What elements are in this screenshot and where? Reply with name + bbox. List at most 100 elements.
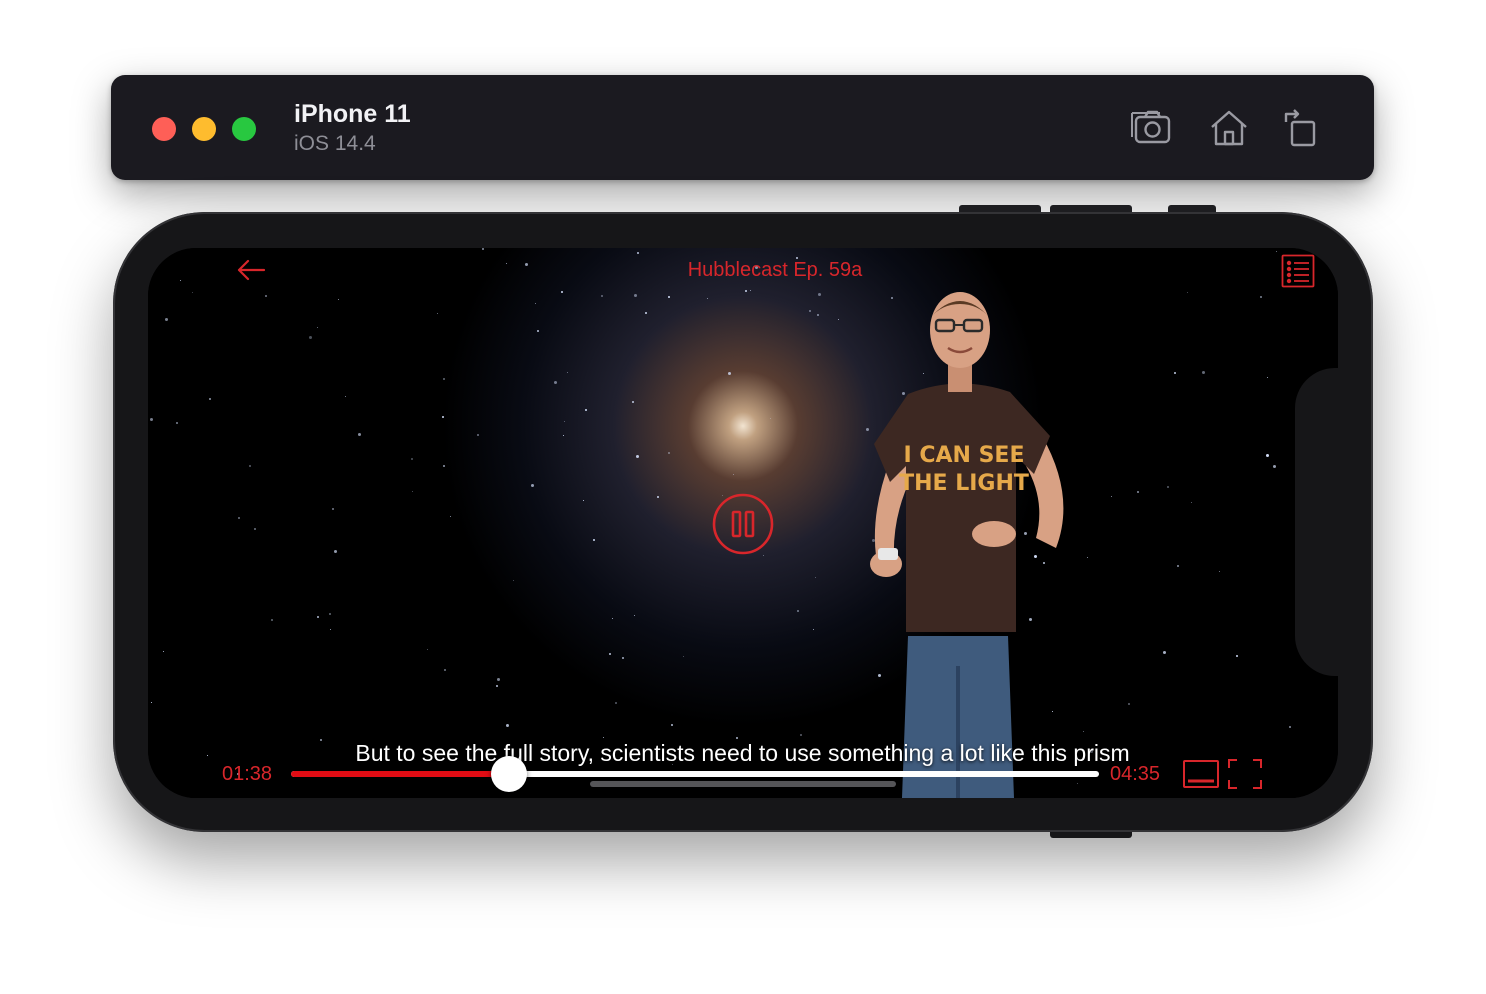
star — [1087, 557, 1088, 558]
star — [444, 669, 446, 671]
back-arrow-icon[interactable] — [236, 258, 266, 282]
star — [1191, 502, 1192, 503]
star — [442, 416, 444, 418]
star — [329, 613, 331, 615]
star — [603, 737, 604, 738]
star — [207, 755, 208, 756]
star — [443, 465, 445, 467]
shirt-line-2: THE LIGHT — [899, 471, 1029, 496]
home-indicator[interactable] — [590, 781, 896, 787]
star — [815, 577, 816, 578]
star — [1128, 703, 1130, 705]
close-window-button[interactable] — [152, 117, 176, 141]
star — [506, 724, 509, 727]
home-icon[interactable] — [1205, 104, 1253, 152]
star — [477, 434, 479, 436]
star — [209, 398, 211, 400]
star — [707, 298, 708, 299]
star — [249, 465, 251, 467]
star — [1273, 465, 1276, 468]
star — [622, 657, 624, 659]
star — [437, 313, 438, 314]
star — [309, 336, 312, 339]
star — [535, 303, 536, 304]
star — [593, 539, 595, 541]
star — [265, 295, 267, 297]
star — [585, 409, 587, 411]
notch — [1295, 368, 1339, 676]
rotate-icon[interactable] — [1280, 104, 1328, 152]
star — [554, 381, 557, 384]
star — [1167, 486, 1169, 488]
screenshot-icon[interactable] — [1127, 104, 1175, 152]
os-version: iOS 14.4 — [294, 132, 376, 155]
star — [334, 550, 337, 553]
star — [818, 293, 821, 296]
star — [151, 702, 152, 703]
minimize-window-button[interactable] — [192, 117, 216, 141]
star — [797, 610, 799, 612]
video-title: Hubblecast Ep. 59a — [687, 259, 863, 281]
star — [1137, 491, 1139, 493]
star — [671, 724, 673, 726]
star — [1289, 726, 1291, 728]
star — [163, 651, 164, 652]
star — [1276, 251, 1277, 252]
star — [683, 656, 684, 657]
star — [411, 458, 413, 460]
star — [809, 310, 811, 312]
progress-track[interactable] — [291, 771, 1099, 777]
star — [1260, 296, 1262, 298]
star — [332, 508, 334, 510]
star — [254, 528, 256, 530]
star — [192, 292, 193, 293]
star — [634, 615, 635, 616]
star — [567, 372, 568, 373]
star — [345, 396, 346, 397]
star — [317, 616, 319, 618]
star — [668, 296, 670, 298]
star — [497, 678, 500, 681]
star — [506, 263, 507, 264]
star — [637, 252, 639, 254]
star — [358, 433, 361, 436]
subtitle-text: But to see the full story, scientists ne… — [355, 740, 1130, 766]
star — [1219, 571, 1220, 572]
star — [1177, 565, 1179, 567]
star — [763, 555, 764, 556]
star — [564, 421, 565, 422]
star — [750, 290, 751, 291]
star — [450, 516, 451, 517]
star — [612, 618, 613, 619]
scrubber-thumb[interactable] — [491, 756, 528, 792]
star — [1163, 651, 1166, 654]
playlist-icon[interactable] — [1281, 254, 1315, 288]
zoom-window-button[interactable] — [232, 117, 256, 141]
presenter-figure: I CAN SEE THE LIGHT — [870, 292, 1064, 798]
fullscreen-icon[interactable] — [1226, 757, 1264, 791]
star — [1111, 496, 1112, 497]
device-name: iPhone 11 — [294, 100, 411, 128]
star — [1266, 454, 1269, 457]
star — [636, 455, 639, 458]
star — [157, 257, 159, 259]
star — [165, 318, 168, 321]
pause-icon[interactable] — [712, 493, 774, 555]
star — [838, 319, 839, 320]
star — [657, 496, 659, 498]
star — [745, 290, 747, 292]
star — [817, 314, 819, 316]
star — [733, 474, 734, 475]
star — [412, 491, 413, 492]
star — [180, 280, 181, 281]
star — [531, 484, 534, 487]
star — [668, 452, 670, 454]
star — [563, 435, 564, 436]
shirt-line-1: I CAN SEE — [904, 443, 1025, 468]
star — [513, 580, 514, 581]
subtitles-icon[interactable] — [1182, 757, 1220, 791]
star — [496, 685, 498, 687]
star — [482, 248, 484, 250]
star — [537, 330, 539, 332]
star — [150, 418, 153, 421]
